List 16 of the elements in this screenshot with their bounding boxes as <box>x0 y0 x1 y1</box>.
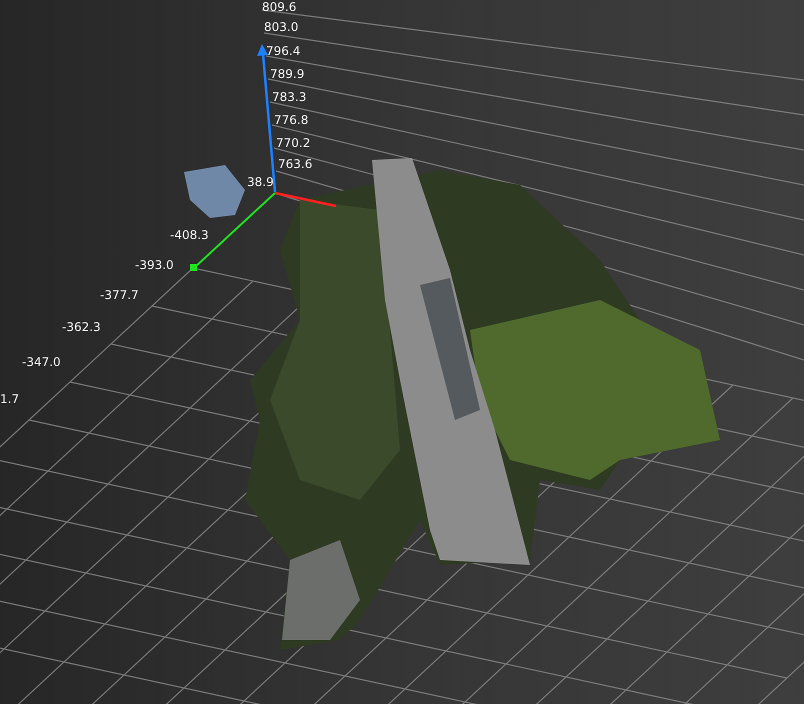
axis-tick-label: 776.8 <box>274 113 308 127</box>
axis-tick-label: 763.6 <box>278 157 312 171</box>
3d-viewport[interactable]: 809.6 803.0 796.4 789.9 783.3 776.8 770.2 763.6 38.9 -408.3 -393.0 -377.7 -362.3 -347.0 1.7 <box>0 0 804 704</box>
axis-tick-label: -393.0 <box>135 258 174 272</box>
axis-tick-label: -362.3 <box>62 320 101 334</box>
axis-tick-label: 1.7 <box>0 392 20 406</box>
axis-tick-label: 789.9 <box>270 67 304 81</box>
axis-tick-label: -347.0 <box>22 355 61 369</box>
axis-tick-label: -377.7 <box>100 288 139 302</box>
axis-tick-label: -408.3 <box>170 228 209 242</box>
axis-tick-label: 803.0 <box>264 20 298 34</box>
axis-tick-label: 38.9 <box>247 175 274 189</box>
axis-tick-label: 770.2 <box>276 136 310 150</box>
axis-tick-label: 796.4 <box>266 44 300 58</box>
axis-tick-label: 783.3 <box>272 90 306 104</box>
axis-tick-label: 809.6 <box>262 0 296 14</box>
